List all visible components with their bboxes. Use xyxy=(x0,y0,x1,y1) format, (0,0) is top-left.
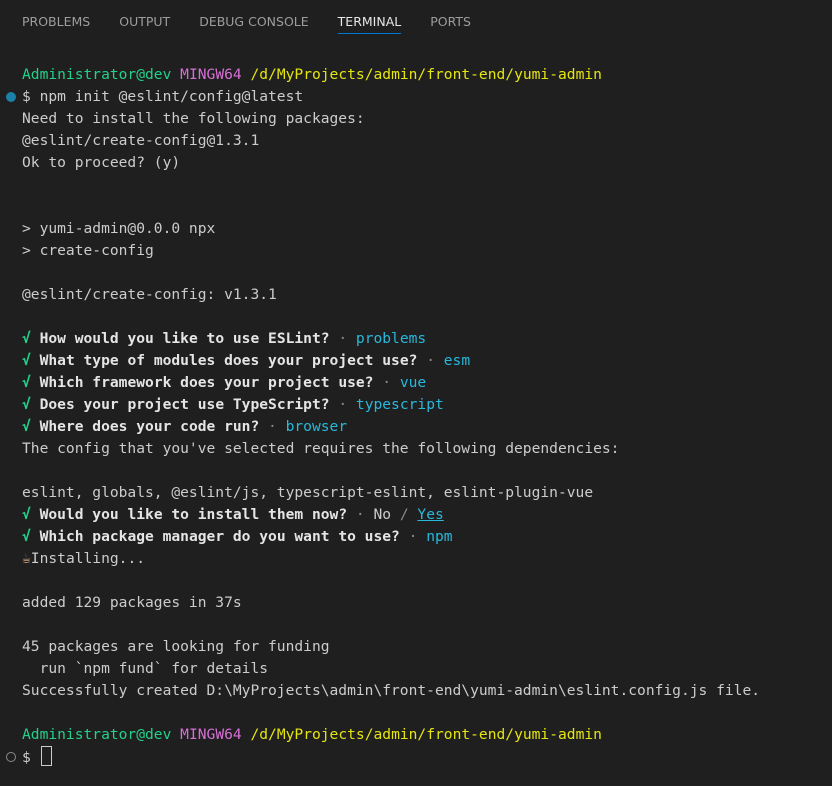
question-line: √ Which framework does your project use?… xyxy=(0,372,832,394)
prompt-system: MINGW64 xyxy=(180,66,242,83)
output-line: Need to install the following packages: xyxy=(22,110,365,127)
check-icon: √ xyxy=(22,374,31,391)
option-slash: / xyxy=(391,506,418,523)
command-text: $ npm init @eslint/config@latest xyxy=(22,88,304,105)
separator: · xyxy=(417,352,444,369)
question-line: √ What type of modules does your project… xyxy=(0,350,832,372)
answer-text: esm xyxy=(443,352,471,369)
check-icon: √ xyxy=(22,418,31,435)
option-yes: Yes xyxy=(417,506,444,523)
prompt-line: Administrator@dev MINGW64 /d/MyProjects/… xyxy=(0,64,832,86)
answer-text: npm xyxy=(426,528,453,545)
tab-ports[interactable]: PORTS xyxy=(430,0,471,30)
question-text: Which package manager do you want to use… xyxy=(39,528,400,545)
terminal-output[interactable]: Administrator@dev MINGW64 /d/MyProjects/… xyxy=(0,64,832,768)
coffee-icon: ☕ xyxy=(22,550,31,567)
answer-text: vue xyxy=(399,374,427,391)
check-icon: √ xyxy=(22,506,31,523)
terminal-panel: PROBLEMS OUTPUT DEBUG CONSOLE TERMINAL P… xyxy=(0,0,832,786)
output-line: > create-config xyxy=(22,242,154,259)
separator: · xyxy=(329,330,356,347)
separator: · xyxy=(329,396,356,413)
output-line: run `npm fund` for details xyxy=(22,660,269,677)
output-line: added 129 packages in 37s xyxy=(22,594,242,611)
prompt-line: Administrator@dev MINGW64 /d/MyProjects/… xyxy=(0,724,832,746)
output-line: Successfully created D:\MyProjects\admin… xyxy=(22,682,761,699)
command-success-decoration-icon[interactable] xyxy=(6,92,16,102)
prompt-path: /d/MyProjects/admin/front-end/yumi-admin xyxy=(250,66,602,83)
separator: · xyxy=(373,374,400,391)
prompt-system: MINGW64 xyxy=(180,726,242,743)
question-text: Which framework does your project use? xyxy=(39,374,374,391)
question-line: √ Does your project use TypeScript? · ty… xyxy=(0,394,832,416)
check-icon: √ xyxy=(22,396,31,413)
installing-line: ☕Installing... xyxy=(0,548,832,570)
tab-output[interactable]: OUTPUT xyxy=(119,0,170,30)
separator: · xyxy=(347,506,374,523)
question-line: √ How would you like to use ESLint? · pr… xyxy=(0,328,832,350)
question-line: √ Where does your code run? · browser xyxy=(0,416,832,438)
question-line: √ Would you like to install them now? · … xyxy=(0,504,832,526)
output-line: @eslint/create-config@1.3.1 xyxy=(22,132,260,149)
output-line: eslint, globals, @eslint/js, typescript-… xyxy=(22,484,594,501)
input-line[interactable]: $ xyxy=(0,746,832,768)
check-icon: √ xyxy=(22,528,31,545)
tab-problems[interactable]: PROBLEMS xyxy=(22,0,90,30)
question-text: Does your project use TypeScript? xyxy=(39,396,330,413)
tab-debug-console[interactable]: DEBUG CONSOLE xyxy=(199,0,308,30)
question-text: What type of modules does your project u… xyxy=(39,352,418,369)
installing-text: Installing... xyxy=(30,550,146,567)
option-no: No xyxy=(373,506,392,523)
text-cursor xyxy=(40,746,52,766)
prompt-user: Administrator@dev xyxy=(22,66,172,83)
question-text: How would you like to use ESLint? xyxy=(39,330,330,347)
prompt-symbol: $ xyxy=(22,749,40,766)
output-line: The config that you've selected requires… xyxy=(22,440,620,457)
answer-text: problems xyxy=(355,330,427,347)
check-icon: √ xyxy=(22,352,31,369)
command-pending-decoration-icon[interactable] xyxy=(6,752,16,762)
answer-text: browser xyxy=(285,418,348,435)
separator: · xyxy=(259,418,286,435)
output-line: > yumi-admin@0.0.0 npx xyxy=(22,220,216,237)
panel-tab-bar: PROBLEMS OUTPUT DEBUG CONSOLE TERMINAL P… xyxy=(0,0,832,44)
command-line: $ npm init @eslint/config@latest xyxy=(0,86,832,108)
output-line: 45 packages are looking for funding xyxy=(22,638,330,655)
question-text: Would you like to install them now? xyxy=(39,506,348,523)
separator: · xyxy=(399,528,427,545)
answer-text: typescript xyxy=(355,396,444,413)
output-line: @eslint/create-config: v1.3.1 xyxy=(22,286,277,303)
prompt-user: Administrator@dev xyxy=(22,726,172,743)
tab-terminal[interactable]: TERMINAL xyxy=(337,0,401,34)
prompt-path: /d/MyProjects/admin/front-end/yumi-admin xyxy=(250,726,602,743)
question-line: √ Which package manager do you want to u… xyxy=(0,526,832,548)
output-line: Ok to proceed? (y) xyxy=(22,154,181,171)
check-icon: √ xyxy=(22,330,31,347)
question-text: Where does your code run? xyxy=(39,418,260,435)
